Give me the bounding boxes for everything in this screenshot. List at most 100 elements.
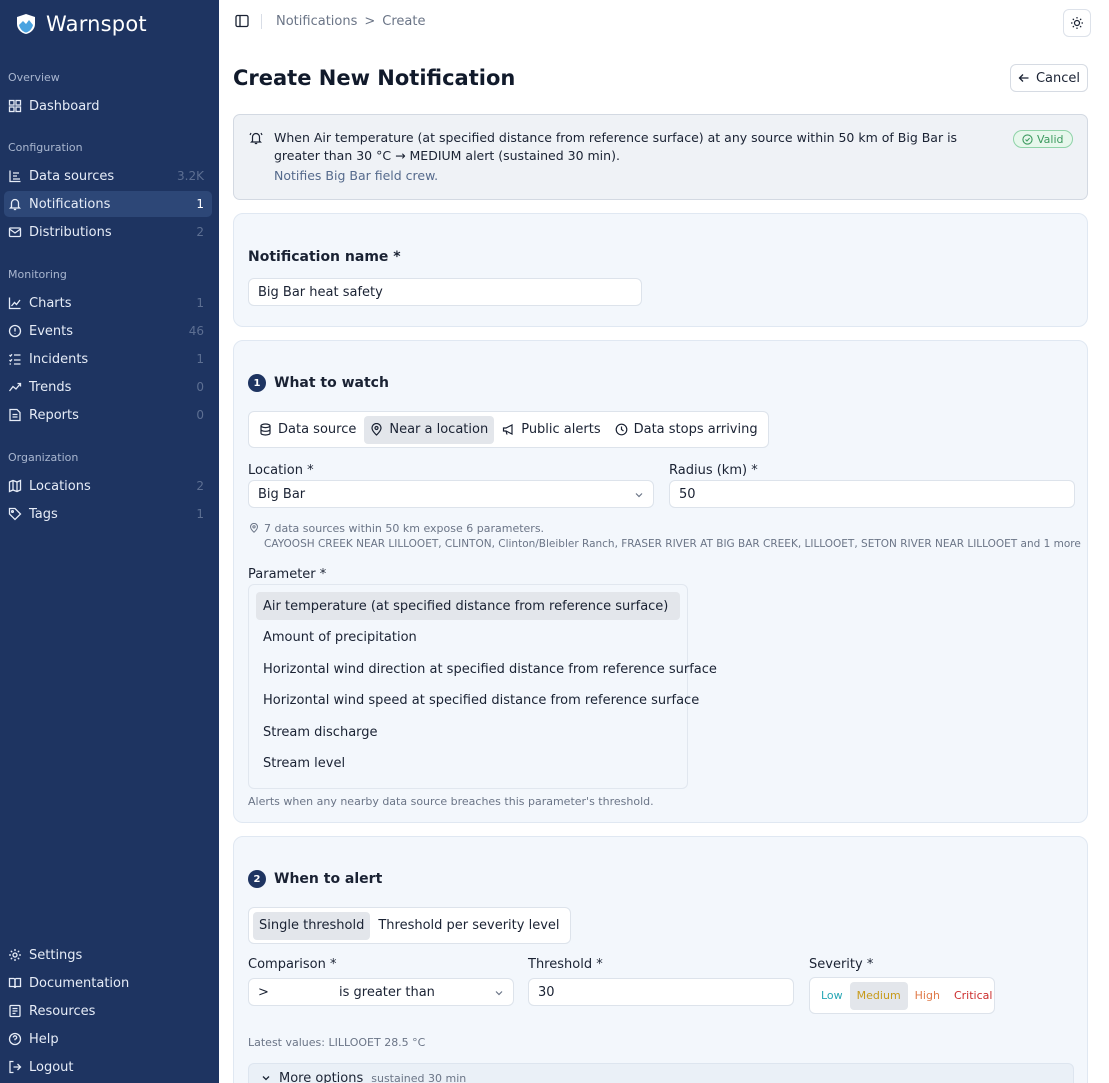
- section-organization: Organization: [8, 451, 79, 464]
- brand-name: Warnspot: [46, 12, 147, 36]
- list-chart-icon: [8, 169, 22, 183]
- sidebar-item-count: 1: [196, 197, 204, 211]
- sidebar-item-label: Locations: [29, 478, 91, 494]
- bell-ring-icon: [249, 132, 263, 145]
- step-title: What to watch: [274, 375, 389, 391]
- radius-input[interactable]: 50: [669, 480, 1075, 508]
- tab-public-alerts[interactable]: Public alerts: [496, 416, 606, 444]
- tab-label: Data source: [278, 422, 357, 437]
- summary-recipients: Notifies Big Bar field crew.: [274, 168, 439, 183]
- sidebar-item-count: 0: [196, 408, 204, 422]
- severity-medium[interactable]: Medium: [849, 981, 908, 1010]
- step-1-header: 1 What to watch: [248, 374, 389, 392]
- location-select[interactable]: Big Bar: [248, 480, 654, 508]
- sidebar-item-events[interactable]: Events 46: [4, 318, 212, 344]
- severity-critical[interactable]: Critical: [947, 982, 999, 1010]
- breadcrumb: Notifications > Create: [276, 14, 425, 29]
- sidebar-toggle-icon[interactable]: [235, 14, 249, 28]
- cancel-button[interactable]: Cancel: [1010, 64, 1088, 92]
- page-title: Create New Notification: [233, 66, 516, 90]
- summary-text: When Air temperature (at specified dista…: [274, 130, 958, 163]
- sidebar-item-reports[interactable]: Reports 0: [4, 402, 212, 428]
- sidebar-item-label: Dashboard: [29, 98, 100, 114]
- sidebar-item-trends[interactable]: Trends 0: [4, 374, 212, 400]
- tab-single-threshold[interactable]: Single threshold: [253, 911, 371, 940]
- map-pin-icon: [371, 423, 382, 436]
- topbar-divider: [261, 14, 262, 29]
- sidebar-item-label: Help: [29, 1031, 59, 1047]
- what-to-watch-card: 1 What to watch Data source Near a locat…: [233, 340, 1088, 823]
- sidebar-item-incidents[interactable]: Incidents 1: [4, 346, 212, 372]
- tab-threshold-per-severity[interactable]: Threshold per severity level: [372, 912, 565, 940]
- logout-icon: [8, 1060, 22, 1074]
- parameter-option[interactable]: Stream level: [256, 750, 680, 778]
- sidebar-item-label: Tags: [29, 506, 58, 522]
- parameter-option[interactable]: Stream discharge: [256, 718, 680, 746]
- latest-values: Latest values: LILLOOET 28.5 °C: [248, 1036, 426, 1049]
- sidebar-item-logout[interactable]: Logout: [4, 1054, 212, 1080]
- clock-icon: [615, 423, 628, 436]
- tab-label: Data stops arriving: [633, 422, 758, 437]
- sidebar-item-label: Reports: [29, 407, 79, 423]
- sidebar-item-label: Charts: [29, 295, 72, 311]
- mail-icon: [8, 225, 22, 239]
- sidebar-item-label: Resources: [29, 1003, 96, 1019]
- sidebar-item-label: Logout: [29, 1059, 74, 1075]
- tag-icon: [8, 507, 22, 521]
- step-number: 1: [248, 374, 266, 392]
- tab-label: Public alerts: [521, 422, 601, 437]
- check-circle-icon: [1022, 133, 1033, 145]
- sidebar-item-dashboard[interactable]: Dashboard: [4, 93, 212, 119]
- sidebar-item-locations[interactable]: Locations 2: [4, 473, 212, 499]
- sidebar-item-resources[interactable]: Resources: [4, 998, 212, 1024]
- comparison-label: Comparison *: [248, 957, 337, 972]
- notification-name-input[interactable]: Big Bar heat safety: [248, 278, 642, 306]
- more-options-toggle[interactable]: More options sustained 30 min: [248, 1063, 1074, 1083]
- theme-toggle-button[interactable]: [1063, 9, 1091, 37]
- sidebar-item-label: Settings: [29, 947, 83, 963]
- section-overview: Overview: [8, 71, 60, 84]
- sun-icon: [1071, 17, 1083, 29]
- tab-data-stops[interactable]: Data stops arriving: [609, 416, 764, 444]
- megaphone-icon: [503, 424, 513, 435]
- parameter-option[interactable]: Horizontal wind direction at specified d…: [256, 655, 717, 683]
- step-title: When to alert: [274, 871, 383, 887]
- severity-high[interactable]: High: [908, 982, 947, 1010]
- threshold-input[interactable]: 30: [528, 978, 794, 1006]
- sidebar-item-data-sources[interactable]: Data sources 3.2K: [4, 163, 212, 189]
- sidebar-item-help[interactable]: Help: [4, 1026, 212, 1052]
- sidebar-item-count: 2: [196, 225, 204, 239]
- breadcrumb-parent[interactable]: Notifications: [276, 14, 357, 29]
- dashboard-icon: [8, 99, 22, 113]
- comparison-select[interactable]: > is greater than: [248, 978, 514, 1006]
- severity-low[interactable]: Low: [814, 982, 850, 1010]
- parameter-label: Parameter *: [248, 567, 327, 582]
- list-checks-icon: [8, 352, 22, 366]
- sidebar-item-tags[interactable]: Tags 1: [4, 501, 212, 527]
- warnspot-logo-icon: [17, 14, 35, 34]
- parameter-option[interactable]: Amount of precipitation: [256, 624, 680, 652]
- sidebar-item-count: 1: [196, 352, 204, 366]
- sidebar-item-charts[interactable]: Charts 1: [4, 290, 212, 316]
- valid-label: Valid: [1037, 132, 1064, 146]
- sidebar-item-settings[interactable]: Settings: [4, 942, 212, 968]
- tab-data-source[interactable]: Data source: [253, 416, 362, 444]
- tab-near-location[interactable]: Near a location: [364, 415, 495, 444]
- chevron-down-icon: [635, 493, 643, 498]
- sidebar-item-distributions[interactable]: Distributions 2: [4, 219, 212, 245]
- help-circle-icon: [8, 1032, 22, 1046]
- sidebar-item-count: 0: [196, 380, 204, 394]
- location-label: Location *: [248, 463, 314, 478]
- sidebar-item-notifications[interactable]: Notifications 1: [4, 191, 212, 217]
- bell-icon: [8, 197, 22, 211]
- sidebar-item-label: Distributions: [29, 224, 112, 240]
- location-value: Big Bar: [258, 486, 306, 502]
- sidebar-item-documentation[interactable]: Documentation: [4, 970, 212, 996]
- parameter-option[interactable]: Air temperature (at specified distance f…: [256, 592, 680, 620]
- shield-alert-icon: [8, 324, 22, 338]
- more-options-label: More options: [279, 1070, 364, 1083]
- sidebar: Warnspot Overview Dashboard Configuratio…: [0, 0, 219, 1083]
- section-monitoring: Monitoring: [8, 268, 67, 281]
- brand[interactable]: Warnspot: [14, 12, 147, 36]
- parameter-option[interactable]: Horizontal wind speed at specified dista…: [256, 687, 699, 715]
